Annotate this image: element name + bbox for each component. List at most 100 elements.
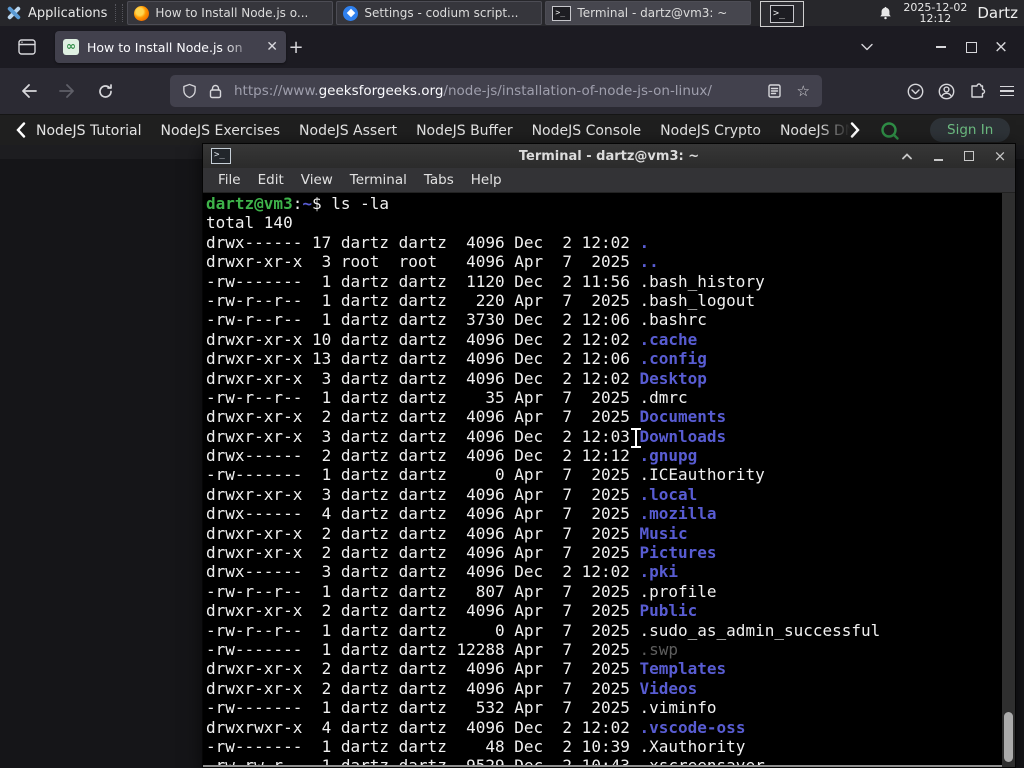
site-nav-item[interactable]: NodeJS Crypto (660, 123, 761, 139)
terminal-line: drwxr-xr-x 3 root root 4096 Apr 7 2025 .… (206, 252, 659, 272)
firefox-view-button[interactable] (14, 35, 40, 59)
terminal-line: dartz@vm3:~$ ls -la (206, 194, 390, 213)
forward-button[interactable] (52, 76, 82, 106)
terminal-line: total 140 (206, 213, 293, 233)
terminal-screen: dartz@vm3:~$ ls -la total 140 drwx------ 1… (206, 194, 1001, 767)
terminal-line: drwxr-xr-x 2 dartz dartz 4096 Apr 7 2025… (206, 601, 698, 621)
url-path: /node-js/installation-of-node-js-on-linu… (443, 83, 712, 99)
shade-button[interactable] (900, 149, 914, 163)
bookmark-star-icon[interactable]: ☆ (797, 82, 810, 100)
terminal-line: drwxr-xr-x 2 dartz dartz 4096 Apr 7 2025… (206, 678, 698, 698)
minimize-button[interactable] (926, 34, 956, 60)
nav-fade (818, 115, 876, 146)
site-nav-item[interactable]: NodeJS Exercises (160, 123, 280, 139)
terminal-icon: >_ (770, 5, 794, 23)
tab-title: How to Install Node.js on (87, 39, 243, 55)
maximize-button[interactable] (956, 34, 986, 60)
terminal-line: drwxr-xr-x 10 dartz dartz 4096 Dec 2 12:… (206, 329, 698, 349)
panel-separator (115, 4, 124, 22)
terminal-line: drwxr-xr-x 3 dartz dartz 4096 Apr 7 2025… (206, 484, 698, 504)
site-nav-item[interactable]: NodeJS Console (532, 123, 642, 139)
tracking-shield-icon[interactable] (182, 83, 197, 99)
nav-scroll-left-icon[interactable] (16, 122, 26, 138)
terminal-line: drwxr-xr-x 3 dartz dartz 4096 Dec 2 12:0… (206, 368, 707, 388)
url-domain: geeksforgeeks.org (318, 83, 444, 99)
menu-hamburger-icon[interactable] (1000, 85, 1014, 97)
terminal-window: >_ Terminal - dartz@vm3: ~ × File Edit V… (202, 143, 1016, 768)
sign-in-button[interactable]: Sign In (930, 118, 1011, 142)
site-nav-item[interactable]: NodeJS Assert (299, 123, 397, 139)
terminal-line: drwx------ 17 dartz dartz 4096 Dec 2 12:… (206, 232, 650, 252)
close-button[interactable]: × (993, 149, 1007, 164)
list-all-tabs-button[interactable] (852, 34, 882, 60)
terminal-line: drwx------ 3 dartz dartz 4096 Dec 2 12:0… (206, 562, 679, 582)
menu-terminal[interactable]: Terminal (350, 172, 407, 188)
firefox-icon (134, 5, 150, 21)
notification-bell-icon[interactable] (878, 5, 893, 21)
terminal-line: -rw------- 1 dartz dartz 532 Apr 7 2025 … (206, 698, 717, 718)
menu-edit[interactable]: Edit (258, 172, 284, 188)
urlbar-actions: ☆ (767, 82, 810, 100)
url-bar[interactable]: https://www.geeksforgeeks.org/node-js/in… (170, 75, 822, 107)
back-button[interactable] (14, 76, 44, 106)
site-nav-item[interactable]: NodeJS Buffer (416, 123, 513, 139)
xubuntu-logo-icon (6, 5, 22, 21)
codium-icon (343, 5, 359, 21)
desktop: Applications How to Install Node.js o...… (0, 0, 1024, 768)
tab-close-icon[interactable]: ✕ (266, 40, 278, 54)
lock-icon[interactable] (209, 84, 222, 99)
terminal-icon: >_ (552, 5, 572, 21)
nav-scroll-right-icon[interactable] (850, 122, 860, 138)
taskbar-item-terminal[interactable]: >_ Terminal - dartz@vm3: ~ (545, 1, 752, 25)
taskbar-item-codium-settings[interactable]: Settings - codium script... (336, 1, 543, 25)
applications-menu-button[interactable]: Applications (0, 0, 115, 26)
user-menu[interactable]: Dartz (977, 4, 1018, 22)
close-button[interactable]: × (986, 34, 1016, 60)
terminal-line: drwxr-xr-x 3 dartz dartz 4096 Dec 2 12:0… (206, 426, 727, 446)
site-nav-items: NodeJS Tutorial NodeJS Exercises NodeJS As… (36, 115, 866, 146)
terminal-line: -rw-r--r-- 1 dartz dartz 3730 Dec 2 12:0… (206, 310, 707, 330)
terminal-title: Terminal - dartz@vm3: ~ (518, 148, 700, 164)
terminal-line: drwx------ 4 dartz dartz 4096 Apr 7 2025… (206, 504, 717, 524)
taskbar-item-firefox[interactable]: How to Install Node.js o... (127, 1, 334, 25)
clock-time: 12:12 (919, 12, 952, 25)
clock[interactable]: 2025-12-02 12:12 (903, 2, 967, 24)
window-controls: × (852, 26, 1016, 68)
search-icon[interactable] (880, 121, 900, 141)
new-tab-button[interactable]: + (283, 35, 309, 59)
taskbar-label: How to Install Node.js o... (155, 6, 309, 20)
panel-status-area: 2025-12-02 12:12 Dartz (878, 0, 1018, 26)
url-scheme: https://www. (234, 83, 319, 99)
url-text: https://www.geeksforgeeks.org/node-js/in… (234, 83, 768, 99)
terminal-line: -rw-r--r-- 1 dartz dartz 35 Apr 7 2025 .… (206, 387, 688, 407)
maximize-button[interactable] (962, 149, 976, 163)
top-panel: Applications How to Install Node.js o...… (0, 0, 1024, 27)
site-nav-item[interactable]: NodeJS Tutorial (36, 123, 141, 139)
toolbar-right-icons (907, 76, 1014, 106)
terminal-titlebar[interactable]: >_ Terminal - dartz@vm3: ~ × (203, 144, 1015, 168)
account-icon[interactable] (938, 83, 955, 100)
terminal-menubar: File Edit View Terminal Tabs Help (203, 168, 1015, 193)
minimize-button[interactable] (931, 149, 945, 163)
scrollbar-thumb[interactable] (1004, 712, 1013, 762)
terminal-scrollbar[interactable] (1002, 193, 1015, 767)
terminal-line: drwx------ 2 dartz dartz 4096 Dec 2 12:1… (206, 446, 698, 466)
menu-help[interactable]: Help (471, 172, 502, 188)
reload-button[interactable] (90, 76, 120, 106)
terminal-line: drwxr-xr-x 2 dartz dartz 4096 Apr 7 2025… (206, 659, 727, 679)
extensions-puzzle-icon[interactable] (969, 82, 986, 100)
terminal-line: -rw-r--r-- 1 dartz dartz 220 Apr 7 2025 … (206, 290, 756, 310)
reader-mode-icon[interactable] (767, 84, 781, 98)
menu-tabs[interactable]: Tabs (424, 172, 454, 188)
terminal-body[interactable]: dartz@vm3:~$ ls -la total 140 drwx------ 1… (203, 193, 1015, 767)
tray-terminal-icon[interactable]: >_ (760, 1, 804, 27)
terminal-line: drwxr-xr-x 13 dartz dartz 4096 Dec 2 12:… (206, 349, 707, 369)
browser-tab[interactable]: ∞ How to Install Node.js on ✕ (55, 31, 286, 63)
applications-label: Applications (28, 5, 108, 21)
terminal-bottom-edge (203, 765, 1002, 767)
tab-bar: ∞ How to Install Node.js on ✕ + × (0, 26, 1024, 69)
pocket-icon[interactable] (907, 83, 924, 100)
terminal-line: drwxrwxr-x 4 dartz dartz 4096 Dec 2 12:0… (206, 717, 746, 737)
menu-file[interactable]: File (218, 172, 241, 188)
menu-view[interactable]: View (301, 172, 333, 188)
